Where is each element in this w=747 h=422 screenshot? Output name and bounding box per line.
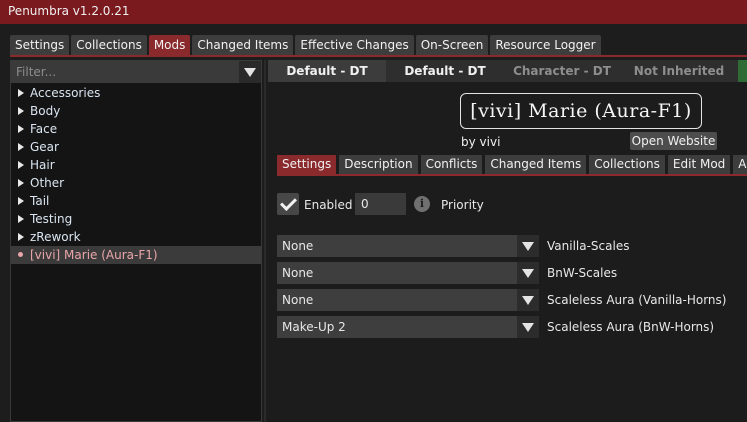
triangle-right-icon xyxy=(18,107,24,115)
option-group-label: Vanilla-Scales xyxy=(547,239,630,253)
mod-label: [vivi] Marie (Aura-F1) xyxy=(30,248,158,262)
mod-tab-settings[interactable]: Settings xyxy=(277,155,337,174)
tab-effective-changes[interactable]: Effective Changes xyxy=(295,35,414,55)
triangle-right-icon xyxy=(18,179,24,187)
mod-tab-collections[interactable]: Collections xyxy=(589,155,665,174)
option-row-bnw-scales: None BnW-Scales xyxy=(277,262,739,284)
panel-divider[interactable] xyxy=(264,60,266,422)
character-collection-button[interactable]: Character - DT xyxy=(504,60,620,82)
interface-collection-button[interactable]: Default - DT xyxy=(386,60,504,82)
triangle-right-icon xyxy=(18,89,24,97)
author-name: vivi xyxy=(479,135,501,149)
chevron-down-icon[interactable] xyxy=(517,262,539,284)
folder-gear[interactable]: Gear xyxy=(11,138,261,156)
main-tab-bar: Settings Collections Mods Changed Items … xyxy=(10,35,601,55)
option-group-label: Scaleless Aura (Vanilla-Horns) xyxy=(547,293,727,307)
mod-title: [vivi] Marie (Aura-F1) xyxy=(460,93,702,129)
mod-tab-description[interactable]: Description xyxy=(339,155,418,174)
mod-tab-underline xyxy=(277,174,747,176)
option-selected-value: None xyxy=(282,266,314,280)
chevron-down-icon[interactable] xyxy=(517,235,539,257)
folder-accessories[interactable]: Accessories xyxy=(11,84,261,102)
option-row-vanilla-scales: None Vanilla-Scales xyxy=(277,235,739,257)
folder-body[interactable]: Body xyxy=(11,102,261,120)
option-row-scaleless-vanilla: None Scaleless Aura (Vanilla-Horns) xyxy=(277,289,739,311)
mod-tab-bar: Settings Description Conflicts Changed I… xyxy=(277,155,747,174)
folder-testing[interactable]: Testing xyxy=(11,210,261,228)
mod-filter-input[interactable]: Filter... xyxy=(11,61,261,83)
mod-tab-edit-mod[interactable]: Edit Mod xyxy=(667,155,731,174)
default-collection-button[interactable]: Default - DT xyxy=(268,60,386,82)
window-titlebar[interactable]: Penumbra v1.2.0.21 xyxy=(0,0,747,24)
dot-icon xyxy=(18,252,23,257)
option-select[interactable]: None xyxy=(277,235,539,257)
folder-label: Other xyxy=(30,176,65,190)
mod-tree: Accessories Body Face Gear Hair Other Ta… xyxy=(11,84,261,264)
info-icon[interactable]: i xyxy=(414,196,430,212)
mod-item-selected[interactable]: [vivi] Marie (Aura-F1) xyxy=(11,246,261,264)
mod-tab-conflicts[interactable]: Conflicts xyxy=(420,155,483,174)
folder-tail[interactable]: Tail xyxy=(11,192,261,210)
filter-dropdown-icon[interactable] xyxy=(239,61,261,83)
tab-mods[interactable]: Mods xyxy=(148,35,191,55)
folder-label: zRework xyxy=(30,230,81,244)
triangle-right-icon xyxy=(18,161,24,169)
main-tab-underline xyxy=(10,55,747,57)
triangle-right-icon xyxy=(18,197,24,205)
folder-label: Body xyxy=(30,104,61,118)
status-indicator xyxy=(738,60,747,82)
mod-author-line: by vivi xyxy=(461,135,500,149)
folder-zrework[interactable]: zRework xyxy=(11,228,261,246)
option-select[interactable]: Make-Up 2 xyxy=(277,316,539,338)
option-select[interactable]: None xyxy=(277,289,539,311)
option-selected-value: None xyxy=(282,293,314,307)
folder-other[interactable]: Other xyxy=(11,174,261,192)
folder-label: Hair xyxy=(30,158,55,172)
triangle-right-icon xyxy=(18,215,24,223)
mod-list-panel: Filter... Accessories Body Face Gear Hai… xyxy=(10,60,262,422)
triangle-right-icon xyxy=(18,143,24,151)
priority-input[interactable]: 0 xyxy=(355,193,406,215)
triangle-right-icon xyxy=(18,125,24,133)
option-select[interactable]: None xyxy=(277,262,539,284)
chevron-down-icon[interactable] xyxy=(517,316,539,338)
folder-hair[interactable]: Hair xyxy=(11,156,261,174)
mod-tab-changed-items[interactable]: Changed Items xyxy=(485,155,587,174)
window-title: Penumbra v1.2.0.21 xyxy=(8,4,130,18)
folder-label: Gear xyxy=(30,140,59,154)
folder-label: Face xyxy=(30,122,58,136)
triangle-right-icon xyxy=(18,233,24,241)
tab-on-screen[interactable]: On-Screen xyxy=(415,35,489,55)
chevron-down-icon[interactable] xyxy=(517,289,539,311)
folder-face[interactable]: Face xyxy=(11,120,261,138)
option-selected-value: Make-Up 2 xyxy=(282,320,346,334)
folder-label: Accessories xyxy=(30,86,101,100)
priority-label: Priority xyxy=(441,198,484,212)
enabled-checkbox[interactable] xyxy=(277,193,299,215)
collection-header-bar: Default - DT Default - DT Character - DT… xyxy=(268,60,747,82)
option-selected-value: None xyxy=(282,239,314,253)
open-website-button[interactable]: Open Website xyxy=(630,132,717,150)
enabled-label: Enabled xyxy=(304,198,353,212)
tab-resource-logger[interactable]: Resource Logger xyxy=(490,35,601,55)
filter-placeholder: Filter... xyxy=(16,65,57,79)
mod-detail-panel: Default - DT Default - DT Character - DT… xyxy=(268,60,747,422)
option-row-scaleless-bnw: Make-Up 2 Scaleless Aura (BnW-Horns) xyxy=(277,316,739,338)
option-group-label: BnW-Scales xyxy=(547,266,618,280)
folder-label: Testing xyxy=(30,212,73,226)
author-prefix: by xyxy=(461,135,476,149)
mod-tab-advanced[interactable]: Advan xyxy=(733,155,747,174)
option-group-label: Scaleless Aura (BnW-Horns) xyxy=(547,320,715,334)
folder-label: Tail xyxy=(30,194,50,208)
inheritance-status: Not Inherited xyxy=(633,64,725,78)
tab-collections[interactable]: Collections xyxy=(71,35,147,55)
tab-settings[interactable]: Settings xyxy=(10,35,70,55)
tab-changed-items[interactable]: Changed Items xyxy=(192,35,294,55)
